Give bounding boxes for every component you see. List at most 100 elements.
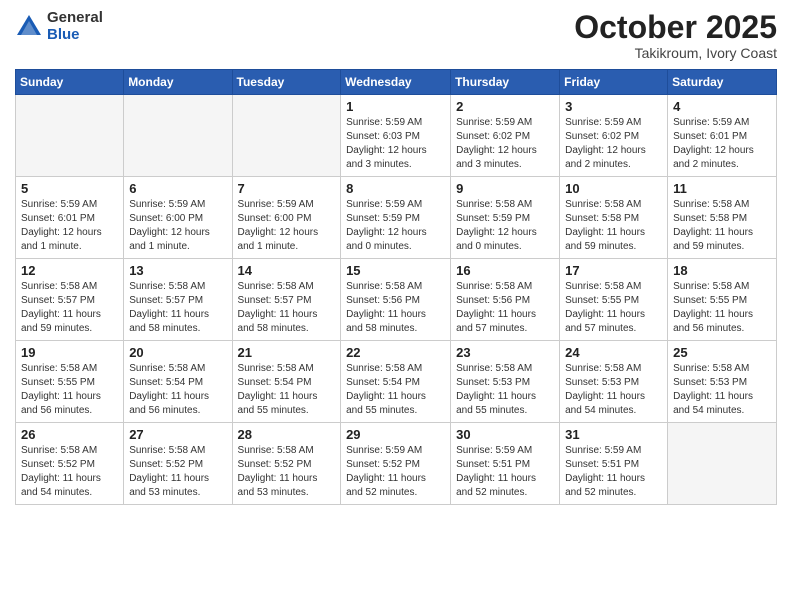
cell-w3-d1: 12Sunrise: 5:58 AM Sunset: 5:57 PM Dayli… (16, 259, 124, 341)
header: General Blue October 2025 Takikroum, Ivo… (15, 10, 777, 61)
day-info: Sunrise: 5:58 AM Sunset: 5:52 PM Dayligh… (238, 444, 336, 500)
col-monday: Monday (124, 70, 232, 95)
logo-text: General Blue (47, 10, 103, 43)
col-tuesday: Tuesday (232, 70, 341, 95)
day-number: 21 (238, 345, 336, 360)
day-number: 9 (456, 181, 554, 196)
cell-w5-d7 (668, 423, 777, 505)
day-number: 25 (673, 345, 771, 360)
cell-w2-d5: 9 Sunrise: 5:58 AM Sunset: 5:59 PM Daylig… (451, 177, 560, 259)
day-number: 17 (565, 263, 662, 278)
cell-w3-d7: 18 Sunrise: 5:58 AM Sunset: 5:55 PM Dayli… (668, 259, 777, 341)
cell-w4-d4: 22 Sunrise: 5:58 AM Sunset: 5:54 PM Dayli… (341, 341, 451, 423)
day-info: Sunrise: 5:58 AM Sunset: 5:59 PM Dayligh… (456, 198, 554, 254)
day-info: Sunrise: 5:58 AM Sunset: 5:55 PM Dayligh… (673, 280, 771, 336)
day-number: 28 (238, 427, 336, 442)
col-saturday: Saturday (668, 70, 777, 95)
day-info: Sunrise: 5:59 AM Sunset: 5:51 PM Dayligh… (456, 444, 554, 500)
day-number: 27 (129, 427, 226, 442)
cell-w1-d2 (124, 95, 232, 177)
week-row-1: 1 Sunrise: 5:59 AM Sunset: 6:03 PM Daylig… (16, 95, 777, 177)
week-row-4: 19 Sunrise: 5:58 AM Sunset: 5:55 PM Dayli… (16, 341, 777, 423)
title-block: October 2025 Takikroum, Ivory Coast (574, 10, 777, 61)
cell-w3-d3: 14Sunrise: 5:58 AM Sunset: 5:57 PM Dayli… (232, 259, 341, 341)
calendar-header-row: Sunday Monday Tuesday Wednesday Thursday… (16, 70, 777, 95)
day-info: Sunrise: 5:58 AM Sunset: 5:52 PM Dayligh… (129, 444, 226, 500)
day-number: 3 (565, 99, 662, 114)
day-number: 1 (346, 99, 445, 114)
day-number: 19 (21, 345, 118, 360)
day-info: Sunrise: 5:59 AM Sunset: 6:02 PM Dayligh… (456, 116, 554, 172)
day-number: 20 (129, 345, 226, 360)
month-title: October 2025 (574, 10, 777, 45)
day-number: 10 (565, 181, 662, 196)
day-info: Sunrise: 5:59 AM Sunset: 6:00 PM Dayligh… (129, 198, 226, 254)
page: General Blue October 2025 Takikroum, Ivo… (0, 0, 792, 612)
day-info: Sunrise: 5:59 AM Sunset: 5:52 PM Dayligh… (346, 444, 445, 500)
calendar-table: Sunday Monday Tuesday Wednesday Thursday… (15, 69, 777, 505)
day-info: Sunrise: 5:58 AM Sunset: 5:56 PM Dayligh… (456, 280, 554, 336)
week-row-5: 26 Sunrise: 5:58 AM Sunset: 5:52 PM Dayli… (16, 423, 777, 505)
day-number: 2 (456, 99, 554, 114)
day-info: Sunrise: 5:59 AM Sunset: 6:01 PM Dayligh… (673, 116, 771, 172)
cell-w4-d2: 20Sunrise: 5:58 AM Sunset: 5:54 PM Dayli… (124, 341, 232, 423)
cell-w1-d7: 4 Sunrise: 5:59 AM Sunset: 6:01 PM Daylig… (668, 95, 777, 177)
day-number: 8 (346, 181, 445, 196)
cell-w4-d7: 25Sunrise: 5:58 AM Sunset: 5:53 PM Dayli… (668, 341, 777, 423)
day-info: Sunrise: 5:58 AM Sunset: 5:53 PM Dayligh… (565, 362, 662, 418)
day-info: Sunrise: 5:59 AM Sunset: 6:01 PM Dayligh… (21, 198, 118, 254)
day-info: Sunrise: 5:58 AM Sunset: 5:57 PM Dayligh… (129, 280, 226, 336)
day-number: 26 (21, 427, 118, 442)
col-wednesday: Wednesday (341, 70, 451, 95)
col-friday: Friday (560, 70, 668, 95)
day-info: Sunrise: 5:59 AM Sunset: 5:51 PM Dayligh… (565, 444, 662, 500)
day-number: 18 (673, 263, 771, 278)
cell-w5-d2: 27 Sunrise: 5:58 AM Sunset: 5:52 PM Dayli… (124, 423, 232, 505)
location-subtitle: Takikroum, Ivory Coast (574, 45, 777, 61)
day-number: 24 (565, 345, 662, 360)
day-info: Sunrise: 5:58 AM Sunset: 5:53 PM Dayligh… (456, 362, 554, 418)
cell-w2-d6: 10 Sunrise: 5:58 AM Sunset: 5:58 PM Dayli… (560, 177, 668, 259)
cell-w5-d6: 31Sunrise: 5:59 AM Sunset: 5:51 PM Dayli… (560, 423, 668, 505)
day-number: 4 (673, 99, 771, 114)
logo-general-text: General (47, 10, 103, 27)
cell-w1-d1 (16, 95, 124, 177)
logo-blue-text: Blue (47, 27, 103, 44)
day-info: Sunrise: 5:58 AM Sunset: 5:55 PM Dayligh… (565, 280, 662, 336)
cell-w2-d7: 11 Sunrise: 5:58 AM Sunset: 5:58 PM Dayli… (668, 177, 777, 259)
day-info: Sunrise: 5:59 AM Sunset: 5:59 PM Dayligh… (346, 198, 445, 254)
cell-w3-d5: 16Sunrise: 5:58 AM Sunset: 5:56 PM Dayli… (451, 259, 560, 341)
cell-w5-d3: 28 Sunrise: 5:58 AM Sunset: 5:52 PM Dayli… (232, 423, 341, 505)
logo: General Blue (15, 10, 103, 43)
week-row-3: 12 Sunrise: 5:58 AM Sunset: 5:57 PM Dayli… (16, 259, 777, 341)
day-info: Sunrise: 5:58 AM Sunset: 5:55 PM Dayligh… (21, 362, 118, 418)
logo-icon (15, 13, 43, 41)
cell-w2-d1: 5Sunrise: 5:59 AM Sunset: 6:01 PM Daylig… (16, 177, 124, 259)
day-number: 13 (129, 263, 226, 278)
day-info: Sunrise: 5:59 AM Sunset: 6:00 PM Dayligh… (238, 198, 336, 254)
day-number: 11 (673, 181, 771, 196)
cell-w5-d1: 26Sunrise: 5:58 AM Sunset: 5:52 PM Dayli… (16, 423, 124, 505)
cell-w1-d6: 3 Sunrise: 5:59 AM Sunset: 6:02 PM Daylig… (560, 95, 668, 177)
day-number: 14 (238, 263, 336, 278)
cell-w3-d4: 15Sunrise: 5:58 AM Sunset: 5:56 PM Dayli… (341, 259, 451, 341)
cell-w1-d3 (232, 95, 341, 177)
cell-w2-d3: 7Sunrise: 5:59 AM Sunset: 6:00 PM Daylig… (232, 177, 341, 259)
day-number: 12 (21, 263, 118, 278)
day-info: Sunrise: 5:59 AM Sunset: 6:02 PM Dayligh… (565, 116, 662, 172)
cell-w4-d1: 19 Sunrise: 5:58 AM Sunset: 5:55 PM Dayli… (16, 341, 124, 423)
cell-w5-d4: 29Sunrise: 5:59 AM Sunset: 5:52 PM Dayli… (341, 423, 451, 505)
day-info: Sunrise: 5:59 AM Sunset: 6:03 PM Dayligh… (346, 116, 445, 172)
cell-w4-d3: 21Sunrise: 5:58 AM Sunset: 5:54 PM Dayli… (232, 341, 341, 423)
day-number: 22 (346, 345, 445, 360)
day-number: 30 (456, 427, 554, 442)
cell-w4-d5: 23 Sunrise: 5:58 AM Sunset: 5:53 PM Dayli… (451, 341, 560, 423)
day-number: 6 (129, 181, 226, 196)
day-info: Sunrise: 5:58 AM Sunset: 5:56 PM Dayligh… (346, 280, 445, 336)
day-info: Sunrise: 5:58 AM Sunset: 5:58 PM Dayligh… (565, 198, 662, 254)
day-info: Sunrise: 5:58 AM Sunset: 5:54 PM Dayligh… (346, 362, 445, 418)
day-info: Sunrise: 5:58 AM Sunset: 5:58 PM Dayligh… (673, 198, 771, 254)
cell-w2-d4: 8 Sunrise: 5:59 AM Sunset: 5:59 PM Daylig… (341, 177, 451, 259)
day-number: 23 (456, 345, 554, 360)
cell-w3-d2: 13 Sunrise: 5:58 AM Sunset: 5:57 PM Dayli… (124, 259, 232, 341)
